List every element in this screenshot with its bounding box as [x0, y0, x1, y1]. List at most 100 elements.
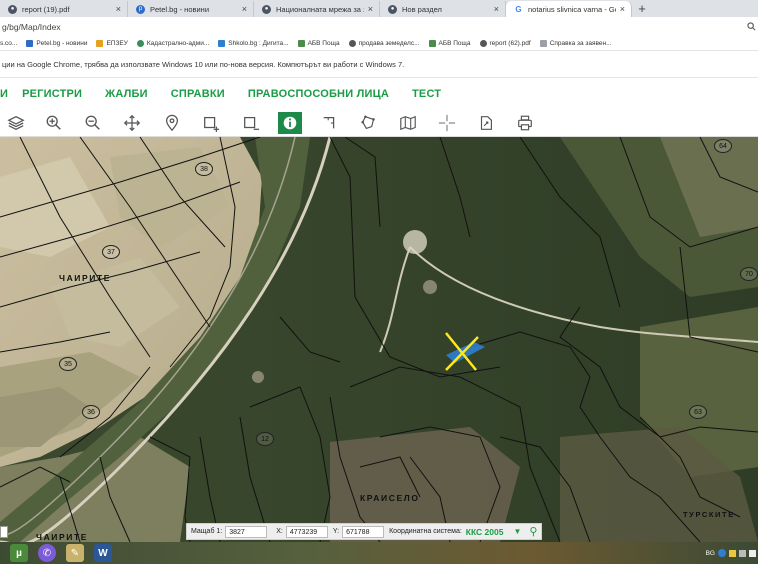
map-toolbar: [0, 109, 758, 137]
map-view-button[interactable]: [396, 112, 420, 134]
browser-tab-active[interactable]: G notarius slivnica varna - Google ×: [506, 1, 632, 17]
chrome-icon: ●: [388, 4, 397, 14]
measure-button[interactable]: [318, 112, 342, 134]
browser-tab[interactable]: ● report (19).pdf ×: [0, 1, 128, 17]
coordinate-system-select[interactable]: ККС 2005: [466, 527, 504, 537]
plot-number[interactable]: 64: [714, 139, 732, 153]
bookmark-item[interactable]: s.co...: [0, 40, 17, 47]
print-icon: [518, 115, 532, 131]
help-icon[interactable]: [718, 549, 726, 557]
viber-icon[interactable]: ✆: [38, 544, 56, 562]
zoom-out-button[interactable]: [81, 112, 105, 134]
utorrent-icon[interactable]: µ: [10, 544, 28, 562]
export-button[interactable]: [474, 112, 498, 134]
dropdown-arrow-icon[interactable]: ▼: [513, 527, 521, 536]
plot-number[interactable]: 63: [689, 405, 707, 419]
nav-item-licensed-persons[interactable]: ПРАВОСПОСОБНИ ЛИЦА: [248, 88, 389, 100]
zoom-in-button[interactable]: [42, 112, 66, 134]
tab-title: Нов раздел: [402, 4, 442, 14]
map-icon: [400, 115, 416, 131]
map-corner-box[interactable]: [0, 526, 8, 538]
close-tab-icon[interactable]: ×: [368, 4, 373, 14]
epzeu-icon: [96, 40, 104, 47]
network-icon[interactable]: [739, 549, 746, 557]
home-icon: [428, 40, 436, 47]
y-coordinate-field[interactable]: 671788: [342, 525, 385, 538]
search-icon[interactable]: ⚲: [529, 525, 537, 538]
zoom-out-icon: [85, 115, 100, 130]
word-icon[interactable]: W: [94, 544, 112, 562]
area-label: ЧАИРИТЕ: [36, 532, 89, 542]
nav-item-partial[interactable]: И: [0, 88, 8, 100]
print-button[interactable]: [513, 112, 537, 134]
nav-item-complaints[interactable]: ЖАЛБИ: [105, 88, 148, 100]
system-tray: BG: [706, 545, 756, 561]
plot-number[interactable]: 70: [740, 267, 758, 281]
new-tab-button[interactable]: +: [632, 1, 652, 17]
info-button[interactable]: [278, 112, 302, 134]
x-coordinate-field[interactable]: 4773239: [285, 525, 328, 538]
plot-number[interactable]: 35: [59, 357, 77, 371]
close-tab-icon[interactable]: ×: [494, 4, 499, 14]
bookmark-item[interactable]: Кадастрално-адми...: [136, 40, 209, 47]
chrome-icon: ●: [8, 4, 17, 14]
browser-tab[interactable]: ● Националната мрежа за земеде ×: [254, 1, 380, 17]
nav-item-test[interactable]: ТЕСТ: [412, 88, 441, 100]
plot-number[interactable]: 38: [195, 162, 213, 176]
bookmark-label: Shkolo.bg : Дигита...: [228, 40, 289, 47]
language-indicator[interactable]: BG: [706, 550, 715, 557]
google-icon: G: [514, 4, 523, 14]
bookmark-item[interactable]: ЕПЗЕУ: [96, 40, 128, 47]
bookmark-item[interactable]: АБВ Поща: [297, 40, 340, 47]
url-text[interactable]: g/bg/Map/Index: [2, 22, 744, 32]
bookmark-item[interactable]: АБВ Поща: [428, 40, 471, 47]
browser-tab-strip: ● report (19).pdf × p Petel.bg - новини …: [0, 0, 758, 17]
address-bar[interactable]: g/bg/Map/Index: [0, 17, 758, 37]
volume-icon[interactable]: [749, 549, 756, 557]
bookmark-label: АБВ Поща: [438, 40, 471, 47]
flag-icon[interactable]: [729, 549, 736, 557]
bookmark-item[interactable]: Shkolo.bg : Дигита...: [218, 40, 289, 47]
location-button[interactable]: [160, 112, 184, 134]
browser-tab[interactable]: ● Нов раздел ×: [380, 1, 506, 17]
paint-icon[interactable]: ✎: [66, 544, 84, 562]
globe-icon: [348, 40, 356, 47]
x-label: X:: [276, 528, 283, 535]
browser-tab[interactable]: p Petel.bg - новини ×: [128, 1, 254, 17]
close-tab-icon[interactable]: ×: [116, 4, 121, 14]
draw-polygon-button[interactable]: [357, 112, 381, 134]
measure-icon: [323, 116, 335, 129]
tab-title: report (19).pdf: [22, 4, 70, 14]
bookmark-item[interactable]: Справка за заявен...: [539, 40, 612, 47]
pan-button[interactable]: [120, 112, 144, 134]
layers-button[interactable]: [4, 112, 28, 134]
bookmark-label: s.co...: [0, 40, 18, 47]
close-tab-icon[interactable]: ×: [620, 4, 625, 14]
site-nav: И РЕГИСТРИ ЖАЛБИ СПРАВКИ ПРАВОСПОСОБНИ Л…: [0, 79, 758, 109]
select-rect-icon: [204, 116, 220, 132]
zoom-icon[interactable]: [744, 21, 758, 33]
chrome-icon: ●: [262, 4, 271, 14]
crosshair-button[interactable]: [435, 112, 459, 134]
select-rect-button[interactable]: [199, 112, 223, 134]
document-icon: [539, 40, 547, 47]
browser-info-bar: ции на Google Chrome, трябва да използва…: [0, 52, 758, 78]
zoom-in-icon: [46, 115, 61, 130]
plot-number[interactable]: 37: [102, 245, 120, 259]
plot-number[interactable]: 36: [82, 405, 100, 419]
bookmark-label: ЕПЗЕУ: [106, 40, 128, 47]
bookmark-item[interactable]: продава земеделс...: [348, 40, 420, 47]
deselect-rect-button[interactable]: [239, 112, 263, 134]
nav-item-registers[interactable]: РЕГИСТРИ: [22, 88, 82, 100]
satellite-imagery[interactable]: [0, 137, 758, 542]
scale-input[interactable]: 3827: [225, 525, 268, 538]
info-icon: [283, 116, 297, 130]
nav-item-reports[interactable]: СПРАВКИ: [171, 88, 225, 100]
scale-label: Мащаб 1:: [191, 528, 223, 535]
plot-number[interactable]: 12: [256, 432, 274, 446]
close-tab-icon[interactable]: ×: [242, 4, 247, 14]
bookmark-item[interactable]: Petel.bg - новини: [26, 40, 87, 47]
cadastral-map[interactable]: 64 38 37 70 35 36 12 63 ЧАИРИТЕ КРАИСЕЛО…: [0, 137, 758, 542]
export-icon: [480, 116, 492, 130]
bookmark-item[interactable]: report (62).pdf: [479, 40, 531, 47]
